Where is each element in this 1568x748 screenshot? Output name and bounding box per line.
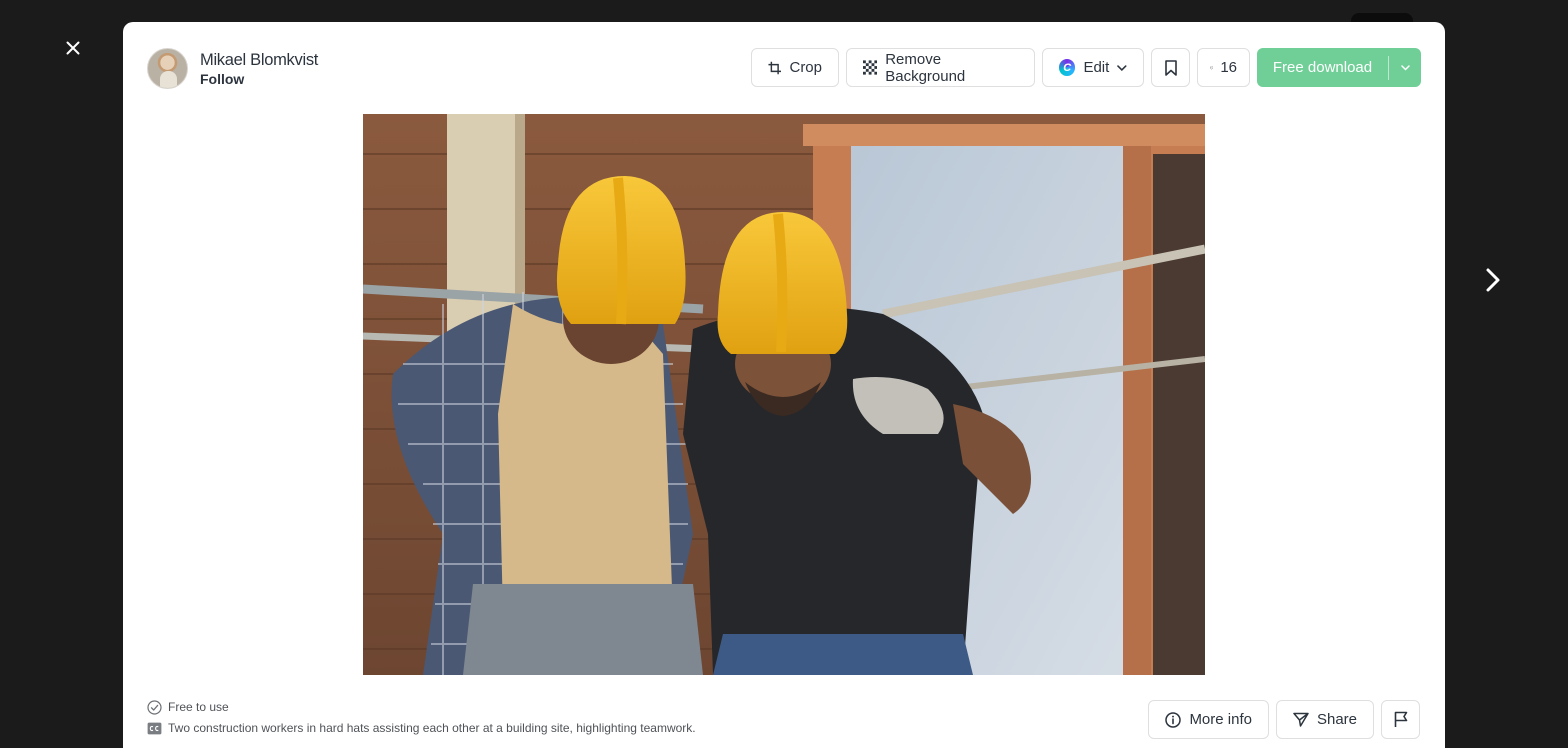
avatar[interactable] bbox=[147, 48, 188, 89]
like-button[interactable]: 16 bbox=[1197, 48, 1250, 87]
report-button[interactable] bbox=[1381, 700, 1420, 739]
edit-dropdown-button[interactable]: C Edit bbox=[1042, 48, 1144, 87]
more-info-button[interactable]: More info bbox=[1148, 700, 1269, 739]
share-button[interactable]: Share bbox=[1275, 700, 1374, 739]
crop-label: Crop bbox=[789, 59, 822, 76]
download-label[interactable]: Free download bbox=[1257, 48, 1388, 87]
next-photo-button[interactable] bbox=[1478, 262, 1508, 298]
chevron-right-icon bbox=[1486, 268, 1500, 292]
checkerboard-icon bbox=[863, 60, 878, 75]
flag-icon bbox=[1394, 711, 1407, 727]
heart-icon bbox=[1210, 66, 1214, 69]
closed-caption-icon bbox=[147, 722, 162, 735]
close-button[interactable] bbox=[62, 37, 84, 59]
check-circle-icon bbox=[147, 700, 162, 715]
share-label: Share bbox=[1316, 711, 1357, 728]
photo-meta: Free to use Two construction workers in … bbox=[147, 700, 696, 736]
crop-icon bbox=[768, 61, 782, 74]
crop-button[interactable]: Crop bbox=[751, 48, 839, 87]
photo-modal: Mikael Blomkvist Follow Crop Remove Back… bbox=[123, 22, 1445, 748]
info-icon bbox=[1165, 711, 1182, 728]
more-info-label: More info bbox=[1189, 711, 1252, 728]
chevron-down-icon bbox=[1117, 64, 1127, 71]
edit-label: Edit bbox=[1083, 59, 1110, 76]
follow-button[interactable]: Follow bbox=[200, 70, 318, 88]
license-label: Free to use bbox=[168, 700, 229, 714]
like-count: 16 bbox=[1220, 59, 1237, 76]
author-block: Mikael Blomkvist Follow bbox=[147, 48, 318, 89]
license-row: Free to use bbox=[147, 700, 696, 715]
photo-caption: Two construction workers in hard hats as… bbox=[168, 721, 696, 735]
send-icon bbox=[1293, 712, 1309, 727]
caption-row: Two construction workers in hard hats as… bbox=[147, 721, 696, 736]
bookmark-button[interactable] bbox=[1151, 48, 1190, 87]
chevron-down-icon bbox=[1400, 64, 1410, 71]
bottom-actions: More info Share bbox=[1148, 700, 1420, 739]
bookmark-icon bbox=[1164, 59, 1177, 76]
remove-background-label: Remove Background bbox=[885, 50, 966, 85]
close-icon bbox=[66, 41, 80, 55]
free-download-button[interactable]: Free download bbox=[1257, 48, 1421, 87]
photo-toolbar: Crop Remove Background C Edit 16 Free do… bbox=[751, 48, 1421, 87]
download-options-button[interactable] bbox=[1389, 48, 1421, 87]
remove-background-button[interactable]: Remove Background bbox=[846, 48, 1035, 87]
canva-logo-icon: C bbox=[1059, 59, 1076, 76]
author-name[interactable]: Mikael Blomkvist bbox=[200, 50, 318, 70]
photo-illustration bbox=[363, 114, 1205, 675]
main-photo bbox=[363, 114, 1205, 675]
